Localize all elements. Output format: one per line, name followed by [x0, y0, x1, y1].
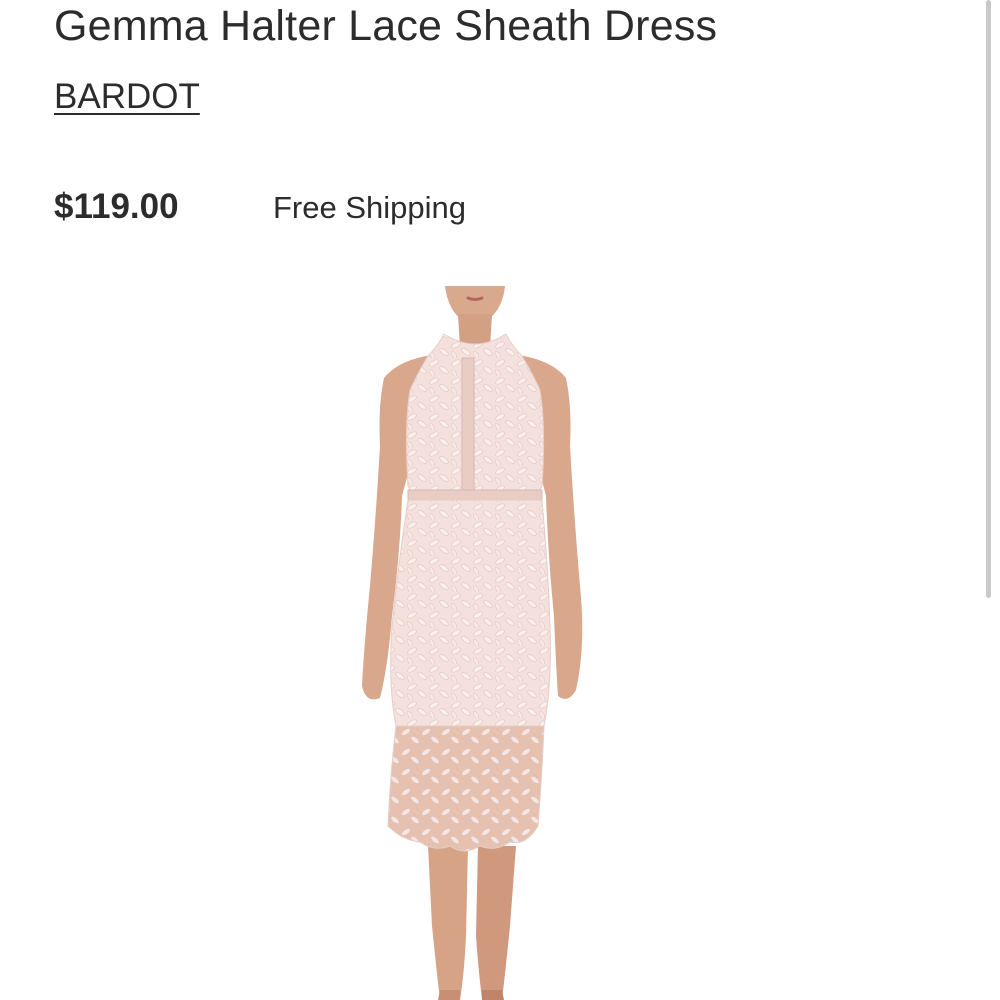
- product-page: Gemma Halter Lace Sheath Dress BARDOT $1…: [0, 0, 1000, 1000]
- product-price: $119.00: [54, 187, 179, 226]
- product-title: Gemma Halter Lace Sheath Dress: [54, 2, 718, 50]
- brand-link[interactable]: BARDOT: [54, 77, 200, 117]
- shipping-info: Free Shipping: [273, 190, 467, 225]
- scrollbar[interactable]: [986, 0, 991, 598]
- product-image[interactable]: [340, 286, 600, 1000]
